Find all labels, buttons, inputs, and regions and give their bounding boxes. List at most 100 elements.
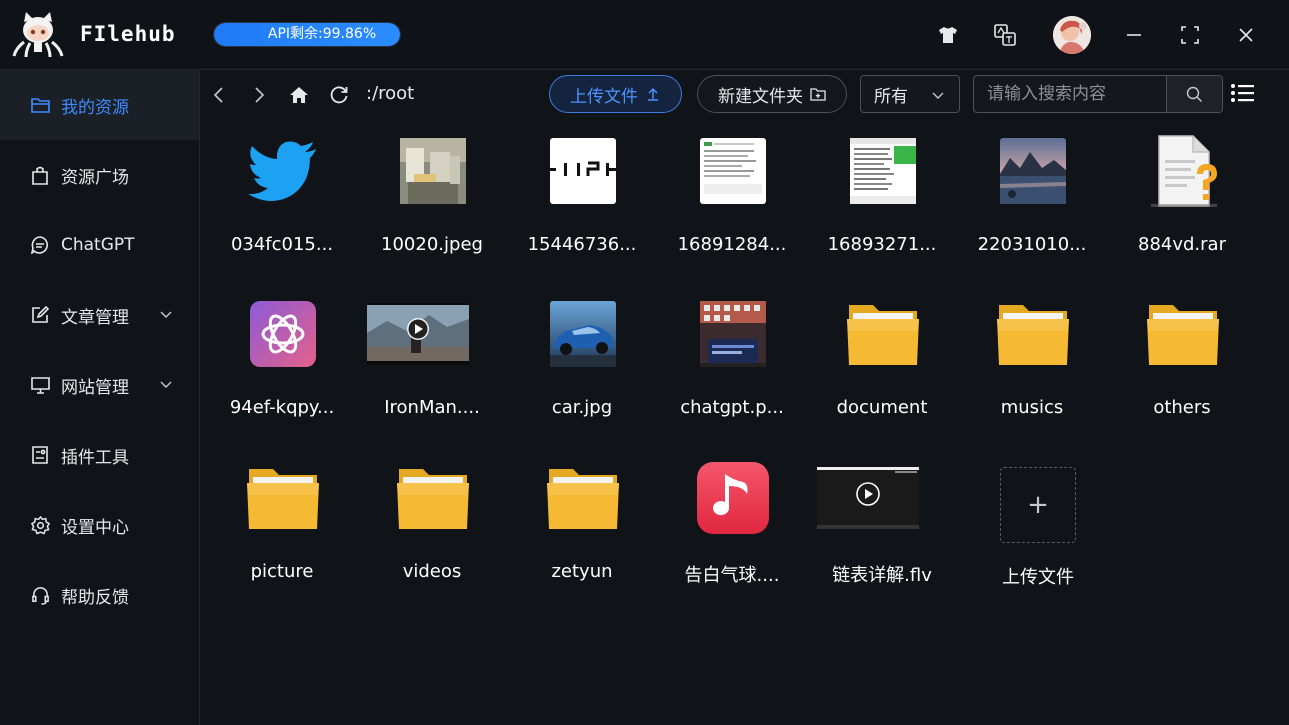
search-icon — [1186, 86, 1202, 102]
file-item[interactable]: zetyun — [507, 447, 657, 597]
sidebar-item-help-feedback[interactable]: 帮助反馈 — [0, 560, 199, 630]
sidebar-item-label: 文章管理 — [61, 307, 129, 328]
file-item[interactable]: 034fc015... — [207, 120, 357, 270]
forward-button[interactable] — [246, 82, 272, 108]
folder-icon — [1147, 298, 1219, 370]
file-item[interactable]: 15446736... — [507, 120, 657, 270]
chat-bubble-icon — [30, 235, 50, 255]
folder-icon — [547, 462, 619, 534]
music-note-icon — [697, 462, 769, 534]
image-thumbnail — [547, 298, 619, 370]
upload-file-button[interactable]: 上传文件 — [549, 75, 682, 113]
refresh-icon — [330, 86, 348, 104]
file-item[interactable]: musics — [957, 283, 1107, 433]
list-view-icon[interactable] — [1230, 81, 1256, 107]
file-item[interactable]: 链表详解.flv — [807, 447, 957, 597]
sidebar-item-article-management[interactable]: 文章管理 — [0, 280, 199, 350]
shopping-bag-icon — [30, 165, 50, 185]
minimize-icon[interactable] — [1121, 22, 1147, 48]
openai-logo-icon — [247, 298, 319, 370]
upload-tile[interactable]: + 上传文件 — [957, 447, 1107, 597]
file-item[interactable]: document — [807, 283, 957, 433]
user-avatar[interactable] — [1053, 16, 1091, 54]
image-thumbnail — [847, 135, 919, 207]
video-thumbnail — [367, 298, 469, 370]
new-folder-button[interactable]: 新建文件夹 — [697, 75, 847, 113]
sidebar-item-settings[interactable]: 设置中心 — [0, 490, 199, 560]
file-item[interactable]: 94ef-kqpy... — [207, 283, 357, 433]
monitor-icon — [30, 375, 50, 395]
file-item[interactable]: 16891284... — [657, 120, 807, 270]
upload-file-label: 上传文件 — [570, 86, 638, 107]
sidebar-item-label: 帮助反馈 — [61, 587, 129, 608]
app-window: FIlehub API剩余:99.86% 我的资源 资源广场 ChatGPT 文… — [0, 0, 1289, 725]
file-item[interactable]: chatgpt.p... — [657, 283, 807, 433]
upload-arrow-icon — [648, 88, 658, 101]
file-item[interactable]: videos — [357, 447, 507, 597]
search-input[interactable] — [974, 76, 1166, 112]
sidebar-item-label: 网站管理 — [61, 377, 129, 398]
image-thumbnail — [997, 135, 1069, 207]
sidebar-item-label: 资源广场 — [61, 167, 129, 188]
image-thumbnail — [697, 135, 769, 207]
home-icon — [290, 87, 308, 103]
edit-icon — [30, 305, 50, 325]
file-item[interactable]: car.jpg — [507, 283, 657, 433]
sidebar-item-plugin-tools[interactable]: 插件工具 — [0, 420, 199, 490]
file-type-select[interactable]: 所有 — [860, 75, 960, 113]
image-thumbnail — [697, 298, 769, 370]
image-thumbnail — [547, 135, 619, 207]
chevron-down-icon — [932, 92, 944, 99]
sidebar-item-resource-square[interactable]: 资源广场 — [0, 140, 199, 210]
video-thumbnail — [817, 462, 919, 534]
unknown-file-icon — [1147, 135, 1219, 207]
file-item[interactable]: picture — [207, 447, 357, 597]
api-quota-bar: API剩余:99.86% — [213, 22, 401, 47]
sidebar-item-label: 插件工具 — [61, 447, 129, 468]
maximize-icon[interactable] — [1177, 22, 1203, 48]
file-item[interactable]: 10020.jpeg — [357, 120, 507, 270]
sidebar-item-label: 设置中心 — [61, 517, 129, 538]
theme-shirt-icon[interactable] — [935, 22, 961, 48]
file-item[interactable]: 16893271... — [807, 120, 957, 270]
file-item[interactable]: IronMan.... — [357, 283, 507, 433]
file-item[interactable]: 告白气球.... — [657, 447, 807, 597]
folder-icon — [997, 298, 1069, 370]
file-toolbar: :/root 上传文件 新建文件夹 所有 — [200, 70, 1289, 120]
file-type-value: 所有 — [874, 86, 908, 107]
octocat-logo-icon — [12, 12, 64, 58]
refresh-button[interactable] — [326, 82, 352, 108]
current-path: :/root — [366, 83, 415, 104]
file-grid: 034fc015... 10020.jpeg 15446736... 16891… — [200, 120, 1289, 725]
chevron-right-icon — [255, 87, 265, 103]
sidebar-item-label: 我的资源 — [61, 97, 129, 118]
add-file-plus-icon[interactable]: + — [1000, 467, 1076, 543]
sidebar-item-my-resources[interactable]: 我的资源 — [0, 70, 199, 140]
api-quota-label: API剩余:99.86% — [267, 26, 377, 42]
chevron-down-icon[interactable] — [159, 307, 173, 321]
sidebar-item-website-management[interactable]: 网站管理 — [0, 350, 199, 420]
twitter-bird-icon — [247, 135, 319, 207]
search-button[interactable] — [1166, 76, 1222, 112]
chevron-left-icon — [213, 87, 223, 103]
sidebar-item-label: ChatGPT — [61, 235, 135, 255]
chevron-down-icon[interactable] — [159, 377, 173, 391]
close-icon[interactable] — [1233, 22, 1259, 48]
sidebar-item-chatgpt[interactable]: ChatGPT — [0, 210, 199, 280]
folder-icon — [30, 95, 50, 115]
file-item[interactable]: others — [1107, 283, 1257, 433]
folder-icon — [397, 462, 469, 534]
file-item[interactable]: 22031010... — [957, 120, 1107, 270]
translate-icon[interactable] — [992, 22, 1018, 48]
back-button[interactable] — [206, 82, 232, 108]
new-folder-label: 新建文件夹 — [718, 86, 803, 107]
folder-plus-icon — [810, 88, 826, 101]
sidebar: 我的资源 资源广场 ChatGPT 文章管理 网站管理 插件工具 设置中心 帮助… — [0, 70, 200, 725]
folder-icon — [247, 462, 319, 534]
file-item[interactable]: 884vd.rar — [1107, 120, 1257, 270]
gear-icon — [30, 515, 50, 535]
title-bar: FIlehub API剩余:99.86% — [0, 0, 1289, 70]
plugin-icon — [30, 445, 50, 465]
folder-icon — [847, 298, 919, 370]
home-button[interactable] — [286, 82, 312, 108]
